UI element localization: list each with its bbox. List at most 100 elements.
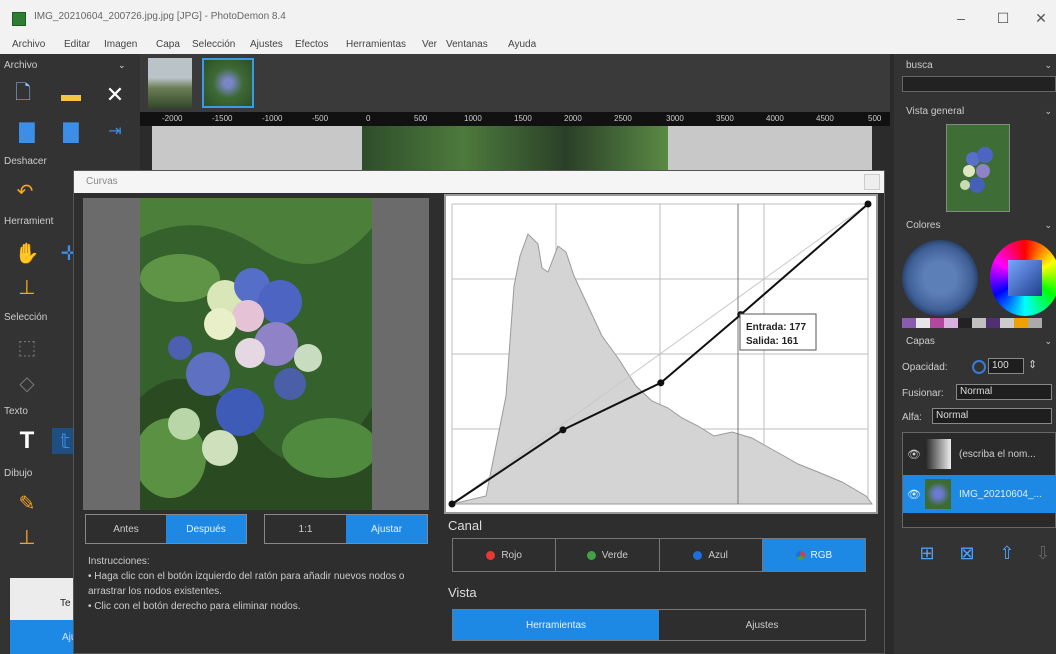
ruler-tick: 4500 [816, 114, 834, 123]
chevron-down-icon[interactable]: ⌄ [1044, 106, 1052, 117]
pencil-icon[interactable]: ✎ [14, 490, 40, 516]
ruler-tick: 2500 [614, 114, 632, 123]
menu-capa[interactable]: Capa [156, 39, 180, 50]
close-file-icon[interactable]: ✕ [102, 82, 128, 108]
section-archivo[interactable]: Archivo [4, 60, 37, 71]
search-panel-title[interactable]: busca [906, 60, 933, 71]
export-icon[interactable]: ⇥ [102, 118, 128, 144]
layer-item[interactable]: 👁 IMG_20210604_... [903, 475, 1056, 513]
ruler-tick: 0 [366, 114, 371, 123]
new-file-icon[interactable]: 🗋 [10, 82, 36, 108]
ruler-tick: -1500 [212, 114, 233, 123]
tab-ajustes[interactable]: Ajustes [659, 610, 865, 640]
color-hue-wheel[interactable] [902, 240, 978, 316]
colors-panel-title[interactable]: Colores [906, 220, 940, 231]
opacity-slider-knob[interactable] [972, 360, 986, 374]
preview-image[interactable] [140, 198, 372, 510]
opacity-input[interactable]: 100 [988, 358, 1024, 374]
chevron-down-icon[interactable]: ⌄ [1044, 220, 1052, 231]
hand-tool-icon[interactable]: ✋ [14, 240, 40, 266]
before-button[interactable]: Antes [86, 515, 166, 543]
ruler-tick: 1000 [464, 114, 482, 123]
ruler-tick: 500 [868, 114, 882, 123]
curve-node[interactable] [448, 500, 456, 508]
overview-thumbnail[interactable] [946, 124, 1010, 212]
maximize-button[interactable]: ☐ [988, 8, 1018, 28]
curve-editor[interactable]: Entrada: 177 Salida: 161 [444, 194, 878, 514]
color-swatches[interactable] [902, 318, 1042, 328]
chevron-down-icon[interactable]: ⌄ [1044, 60, 1052, 71]
stamp-icon[interactable]: ⊥ [14, 524, 40, 550]
move-layer-down-icon[interactable]: ⇩ [1032, 542, 1054, 564]
left-panel-box[interactable]: Te [10, 578, 80, 620]
color-picker-square[interactable] [1008, 260, 1042, 296]
tooltip-input: Entrada: 177 [746, 322, 806, 333]
menu-ayuda[interactable]: Ayuda [508, 39, 536, 50]
chevron-down-icon[interactable]: ⌄ [1044, 336, 1052, 347]
menu-ajustes[interactable]: Ajustes [250, 39, 283, 50]
chevron-down-icon[interactable]: ⌄ [118, 60, 126, 71]
text-tool-icon[interactable]: T [14, 427, 40, 454]
image-thumb-2[interactable] [202, 58, 254, 108]
menu-ver[interactable]: Ver [422, 39, 437, 50]
menu-archivo[interactable]: Archivo [12, 39, 45, 50]
add-layer-icon[interactable]: ⊞ [916, 542, 938, 564]
move-layer-up-icon[interactable]: ⇧ [996, 542, 1018, 564]
ruler-tick: -500 [312, 114, 329, 123]
minimize-button[interactable]: – [946, 8, 976, 28]
menu-herramientas[interactable]: Herramientas [346, 39, 406, 50]
blend-mode-select[interactable]: Normal [956, 384, 1052, 400]
menu-bar: Archivo Editar Imagen Capa Selección Aju… [0, 36, 1056, 54]
channel-red-label: Rojo [501, 549, 522, 561]
section-deshacer[interactable]: Deshacer [4, 156, 47, 167]
opacity-spinner-icon[interactable]: ⇕ [1028, 358, 1037, 371]
layers-panel-title[interactable]: Capas [906, 336, 935, 347]
canvas-image[interactable] [362, 126, 668, 170]
zoom-1to1-button[interactable]: 1:1 [265, 515, 346, 543]
eye-icon[interactable]: 👁 [903, 488, 925, 501]
overview-panel-title[interactable]: Vista general [906, 106, 964, 117]
image-thumb-1[interactable] [148, 58, 192, 108]
ruler-tick: 4000 [766, 114, 784, 123]
tooltip-output: Salida: 161 [746, 336, 799, 347]
curve-node[interactable] [657, 379, 665, 387]
fit-button[interactable]: Ajustar [346, 515, 427, 543]
section-herramientas[interactable]: Herramient [4, 216, 53, 227]
green-dot-icon [586, 550, 596, 560]
channel-blue[interactable]: Azul [660, 539, 763, 571]
save-icon[interactable]: ▇ [14, 118, 40, 144]
close-window-button[interactable]: ✕ [1026, 8, 1056, 28]
save-as-icon[interactable]: ▇ [58, 118, 84, 144]
open-folder-icon[interactable]: ▬ [58, 82, 84, 108]
menu-seleccion[interactable]: Selección [192, 39, 235, 50]
red-dot-icon [486, 550, 496, 560]
channel-red[interactable]: Rojo [453, 539, 557, 571]
lasso-select-icon[interactable]: ◇ [14, 370, 40, 396]
undo-icon[interactable]: ↶ [12, 178, 38, 204]
section-texto[interactable]: Texto [4, 406, 28, 417]
section-seleccion[interactable]: Selección [4, 312, 47, 323]
rect-select-icon[interactable]: ⬚ [14, 334, 40, 360]
menu-imagen[interactable]: Imagen [104, 39, 137, 50]
curve-node[interactable] [559, 426, 567, 434]
section-dibujo[interactable]: Dibujo [4, 468, 32, 479]
delete-layer-icon[interactable]: ⊠ [956, 542, 978, 564]
layer-item[interactable]: 👁 (escriba el nom... [903, 435, 1056, 473]
curve-node[interactable] [864, 200, 872, 208]
curves-dialog: Curvas Antes Después 1:1 Ajustar Instruc… [73, 170, 885, 654]
alpha-mode-select[interactable]: Normal [932, 408, 1052, 424]
channel-green[interactable]: Verde [556, 539, 660, 571]
crop-tool-icon[interactable]: ⊥ [14, 274, 40, 300]
eye-icon[interactable]: 👁 [903, 448, 925, 461]
channel-rgb[interactable]: RGB [762, 539, 865, 571]
ruler-tick: 3500 [716, 114, 734, 123]
menu-editar[interactable]: Editar [64, 39, 90, 50]
menu-ventanas[interactable]: Ventanas [446, 39, 488, 50]
search-input[interactable] [902, 76, 1056, 92]
after-button[interactable]: Después [166, 515, 246, 543]
layer-thumbnail [925, 439, 951, 469]
menu-efectos[interactable]: Efectos [295, 39, 328, 50]
dialog-close-button[interactable] [864, 174, 880, 190]
tab-herramientas[interactable]: Herramientas [453, 610, 659, 640]
left-panel-blue-button[interactable]: Aju [10, 620, 80, 654]
